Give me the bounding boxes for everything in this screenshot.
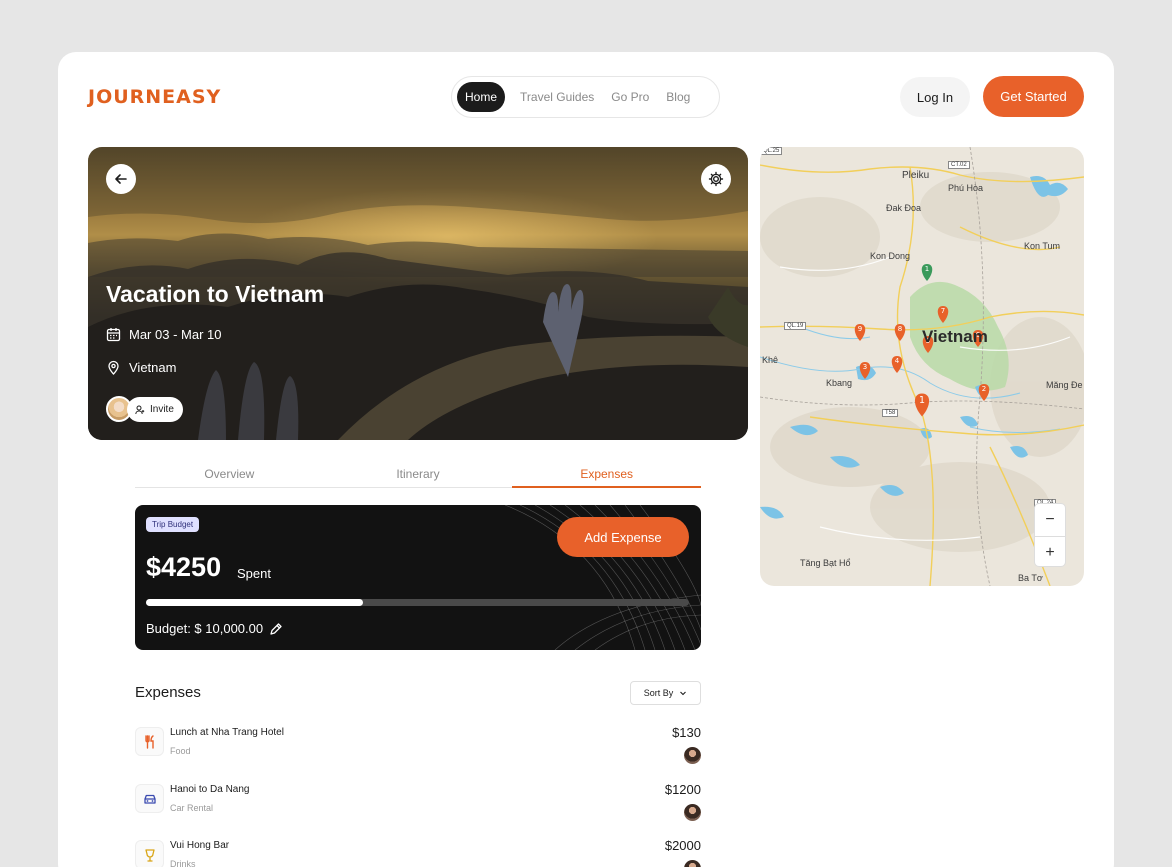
- trip-location: Vietnam: [106, 360, 176, 375]
- map-pin: 8: [894, 324, 906, 341]
- expense-name: Hanoi to Da Nang: [170, 784, 250, 795]
- add-expense-button[interactable]: Add Expense: [557, 517, 689, 557]
- expense-row[interactable]: Lunch at Nha Trang Hotel Food $130: [135, 722, 701, 766]
- invite-label: Invite: [150, 404, 174, 415]
- gear-icon: [708, 171, 724, 187]
- budget-total-text: Budget: $ 10,000.00: [146, 621, 264, 636]
- trip-hero: Vacation to Vietnam Mar 03 - Mar 10 Viet…: [88, 147, 748, 440]
- svg-text:3: 3: [863, 363, 867, 371]
- map-pin: 1: [921, 264, 933, 281]
- tab-overview[interactable]: Overview: [135, 464, 324, 487]
- tab-itinerary[interactable]: Itinerary: [324, 464, 513, 487]
- tab-expenses[interactable]: Expenses: [512, 464, 702, 488]
- map-label-kon-tum: Kon Tum: [1024, 241, 1061, 251]
- svg-text:4: 4: [895, 357, 900, 365]
- app-window: JOURNEASY Home Travel Guides Go Pro Blog…: [58, 52, 1114, 867]
- nav-item-home[interactable]: Home: [457, 82, 506, 112]
- calendar-icon: [106, 328, 121, 342]
- trip-budget-badge: Trip Budget: [146, 517, 200, 532]
- expenses-heading: Expenses: [135, 684, 201, 701]
- expense-amount: $1200: [664, 782, 701, 797]
- car-icon: [135, 784, 164, 813]
- svg-text:7: 7: [941, 307, 945, 315]
- map-label-phu-hoa: Phú Hòa: [948, 183, 984, 193]
- expense-category: Drinks: [170, 859, 196, 867]
- map-pin-number: 1: [925, 265, 929, 273]
- map-zoom-control: − +: [1034, 503, 1066, 567]
- budget-total: Budget: $ 10,000.00: [146, 621, 283, 636]
- map-label-mang-de: Măng Đe: [1046, 380, 1083, 390]
- road-shield: CT.02: [948, 161, 970, 169]
- expense-name: Lunch at Nha Trang Hotel: [170, 727, 284, 738]
- road-shield: QL.19: [784, 322, 807, 330]
- settings-button[interactable]: [701, 164, 731, 194]
- budget-progress-fill: [146, 599, 364, 606]
- arrow-left-icon: [115, 174, 127, 184]
- edit-pencil-icon[interactable]: [269, 622, 283, 636]
- budget-progress-bar: [146, 599, 689, 606]
- get-started-button[interactable]: Get Started: [983, 76, 1084, 117]
- zoom-in-button[interactable]: +: [1035, 536, 1065, 568]
- road-shield: QL.25: [760, 147, 783, 155]
- map-label-kbang: Kbang: [826, 378, 853, 388]
- expense-category: Car Rental: [170, 803, 214, 813]
- expense-name: Vui Hong Bar: [170, 840, 230, 851]
- budget-card: Trip Budget $4250 Spent Add Expense Budg…: [135, 505, 701, 650]
- map-label-pleiku: Pleiku: [902, 170, 930, 181]
- svg-text:8: 8: [898, 325, 902, 333]
- user-add-icon: [135, 405, 145, 414]
- expense-amount: $2000: [664, 838, 701, 853]
- map-label-vietnam: Vietnam: [922, 327, 988, 346]
- trip-dates-text: Mar 03 - Mar 10: [129, 327, 222, 342]
- nav-item-blog[interactable]: Blog: [658, 82, 698, 112]
- trip-tabs: Overview Itinerary Expenses: [135, 464, 702, 488]
- nav-item-travel-guides[interactable]: Travel Guides: [512, 82, 602, 112]
- trip-dates: Mar 03 - Mar 10: [106, 327, 221, 342]
- trip-location-text: Vietnam: [129, 360, 177, 375]
- map-pin: 1: [914, 393, 930, 417]
- trip-map[interactable]: 1 2 3 4 5 6 7 8 9 1 QL.25 CT.02 QL.19 T5…: [760, 147, 1084, 586]
- spent-amount: $4250: [146, 552, 222, 582]
- payer-avatar: [684, 804, 701, 821]
- login-button[interactable]: Log In: [900, 77, 970, 117]
- cocktail-icon: [135, 840, 164, 867]
- svg-text:1: 1: [919, 395, 925, 406]
- svg-text:9: 9: [858, 325, 862, 333]
- spent-label: Spent: [237, 566, 271, 581]
- main-nav: Home Travel Guides Go Pro Blog: [451, 76, 720, 118]
- expense-category: Food: [170, 746, 191, 756]
- invite-button[interactable]: Invite: [127, 397, 183, 422]
- chevron-down-icon: [680, 691, 687, 696]
- expense-row[interactable]: Hanoi to Da Nang Car Rental $1200: [135, 779, 701, 823]
- payer-avatar: [684, 860, 701, 867]
- road-shield: T58: [882, 409, 899, 417]
- map-label-dak-doa: Đak Đoa: [886, 203, 922, 213]
- map-label-tang-bat-ho: Tăng Bạt Hổ: [800, 558, 851, 568]
- map-label-khe: Khê: [762, 355, 779, 365]
- location-pin-icon: [108, 360, 119, 375]
- map-label-kon-dong: Kon Dong: [870, 251, 911, 261]
- zoom-out-button[interactable]: −: [1035, 504, 1065, 536]
- svg-text:2: 2: [982, 385, 986, 393]
- payer-avatar: [684, 747, 701, 764]
- sort-by-dropdown[interactable]: Sort By: [630, 681, 701, 705]
- expense-row[interactable]: Vui Hong Bar Drinks $2000: [135, 835, 701, 867]
- trip-title: Vacation to Vietnam: [106, 281, 325, 307]
- nav-item-go-pro[interactable]: Go Pro: [603, 82, 657, 112]
- fork-knife-icon: [135, 727, 164, 756]
- sort-by-label: Sort By: [643, 688, 674, 698]
- back-button[interactable]: [106, 164, 136, 194]
- expense-amount: $130: [672, 725, 701, 740]
- map-pin: 4: [891, 356, 903, 373]
- brand-logo[interactable]: JOURNEASY: [88, 86, 221, 108]
- map-label-ba-to: Ba Tơ: [1018, 573, 1043, 583]
